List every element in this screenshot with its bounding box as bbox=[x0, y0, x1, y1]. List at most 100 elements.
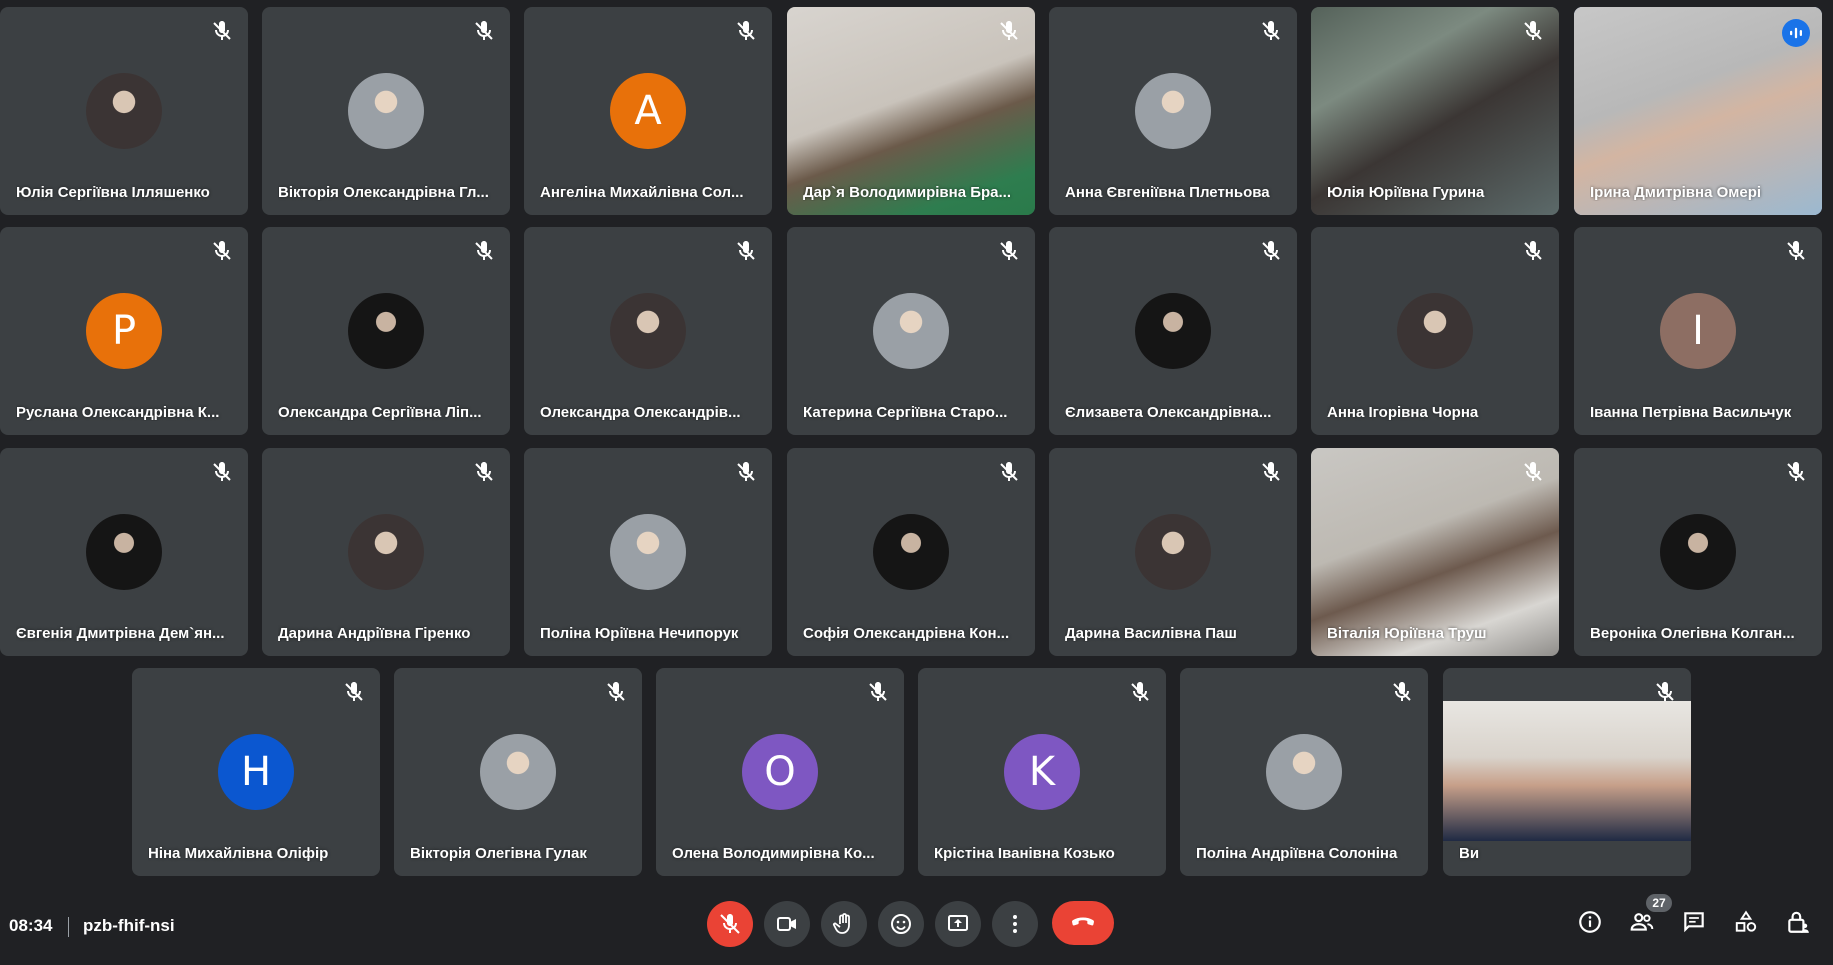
participant-avatar bbox=[348, 293, 424, 369]
participant-tile[interactable]: Юлія Юріївна Гурина bbox=[1311, 7, 1559, 215]
participant-name: Олександра Сергіївна Ліп... bbox=[278, 404, 482, 421]
participant-tile[interactable]: Вікторія Олегівна Гулак bbox=[394, 668, 642, 876]
participant-name: Вероніка Олегівна Колган... bbox=[1590, 625, 1795, 642]
participant-avatar bbox=[1135, 73, 1211, 149]
muted-mic-icon bbox=[472, 19, 496, 43]
meeting-code[interactable]: pzb-fhif-nsi bbox=[83, 916, 175, 936]
participant-avatar bbox=[873, 293, 949, 369]
participant-tile[interactable]: Олександра Сергіївна Ліп... bbox=[262, 227, 510, 435]
participant-tile[interactable]: Олександра Олександрів... bbox=[524, 227, 772, 435]
participant-name: Поліна Юріївна Нечипорук bbox=[540, 625, 739, 642]
muted-mic-icon bbox=[866, 680, 890, 704]
participant-tile[interactable]: Юлія Сергіївна Ілляшенко bbox=[0, 7, 248, 215]
participant-name: Дарина Василівна Паш bbox=[1065, 625, 1237, 642]
participant-name: Вікторія Олегівна Гулак bbox=[410, 845, 587, 862]
muted-mic-icon bbox=[1259, 19, 1283, 43]
participant-tile[interactable]: K Крістіна Іванівна Козько bbox=[918, 668, 1166, 876]
participant-tile[interactable]: Катерина Сергіївна Старо... bbox=[787, 227, 1035, 435]
muted-mic-icon bbox=[604, 680, 628, 704]
bottom-control-bar: 08:34 pzb-fhif-nsi 27 bbox=[0, 890, 1833, 965]
participant-tile[interactable]: Дарина Василівна Паш bbox=[1049, 448, 1297, 656]
participant-tile[interactable]: Вікторія Олександрівна Гл... bbox=[262, 7, 510, 215]
muted-mic-icon bbox=[210, 19, 234, 43]
participant-video bbox=[1443, 701, 1691, 841]
muted-mic-icon bbox=[734, 460, 758, 484]
info-icon bbox=[1577, 909, 1603, 940]
participant-tile[interactable]: O Олена Володимирівна Ко... bbox=[656, 668, 904, 876]
muted-mic-icon bbox=[472, 239, 496, 263]
participant-name: Крістіна Іванівна Козько bbox=[934, 845, 1115, 862]
participant-tile[interactable]: Поліна Юріївна Нечипорук bbox=[524, 448, 772, 656]
participant-tile[interactable]: P Руслана Олександрівна К... bbox=[0, 227, 248, 435]
meeting-details-button[interactable] bbox=[1573, 907, 1607, 941]
divider bbox=[68, 917, 69, 937]
participant-name: Дарина Андріївна Гіренко bbox=[278, 625, 471, 642]
activities-button[interactable] bbox=[1729, 907, 1763, 941]
emoji-icon bbox=[889, 912, 913, 936]
participant-avatar: H bbox=[218, 734, 294, 810]
participant-name: Іванна Петрівна Васильчук bbox=[1590, 404, 1792, 421]
participant-name: Вікторія Олександрівна Гл... bbox=[278, 184, 489, 201]
participant-avatar bbox=[86, 73, 162, 149]
participant-tile[interactable]: A Ангеліна Михайлівна Сол... bbox=[524, 7, 772, 215]
participant-tile[interactable]: Віталія Юріївна Труш bbox=[1311, 448, 1559, 656]
chat-icon bbox=[1681, 909, 1707, 940]
chat-button[interactable] bbox=[1677, 907, 1711, 941]
muted-mic-icon bbox=[210, 460, 234, 484]
muted-mic-icon bbox=[1653, 680, 1677, 704]
participant-count-badge: 27 bbox=[1646, 894, 1672, 912]
participant-tile[interactable]: Ірина Дмитрівна Омері bbox=[1574, 7, 1822, 215]
muted-mic-icon bbox=[997, 460, 1021, 484]
participant-tile[interactable]: Євгенія Дмитрівна Дем`ян... bbox=[0, 448, 248, 656]
participant-avatar: P bbox=[86, 293, 162, 369]
participant-tile[interactable]: Дарина Андріївна Гіренко bbox=[262, 448, 510, 656]
end-call-button[interactable] bbox=[1052, 901, 1114, 945]
mic-off-icon bbox=[718, 912, 742, 936]
participant-avatar: K bbox=[1004, 734, 1080, 810]
participant-avatar bbox=[610, 514, 686, 590]
people-button[interactable] bbox=[1625, 907, 1659, 941]
participant-tile[interactable]: Вероніка Олегівна Колган... bbox=[1574, 448, 1822, 656]
participant-tile[interactable]: Анна Ігорівна Чорна bbox=[1311, 227, 1559, 435]
participant-avatar bbox=[1660, 514, 1736, 590]
mic-toggle-button[interactable] bbox=[707, 901, 753, 947]
present-icon bbox=[946, 912, 970, 936]
participant-name: Дар`я Володимирівна Бра... bbox=[803, 184, 1011, 201]
participant-name: Юлія Юріївна Гурина bbox=[1327, 184, 1485, 201]
participant-avatar bbox=[86, 514, 162, 590]
muted-mic-icon bbox=[210, 239, 234, 263]
participant-name: Анна Євгеніївна Плетньова bbox=[1065, 184, 1270, 201]
participant-avatar bbox=[1266, 734, 1342, 810]
participant-tile[interactable]: Софія Олександрівна Кон... bbox=[787, 448, 1035, 656]
participant-tile[interactable]: Єлизавета Олександрівна... bbox=[1049, 227, 1297, 435]
participant-name: Ви bbox=[1459, 845, 1480, 862]
reactions-button[interactable] bbox=[878, 901, 924, 947]
participant-name: Софія Олександрівна Кон... bbox=[803, 625, 1010, 642]
camera-toggle-button[interactable] bbox=[764, 901, 810, 947]
raise-hand-button[interactable] bbox=[821, 901, 867, 947]
participant-name: Олена Володимирівна Ко... bbox=[672, 845, 875, 862]
speaking-icon bbox=[1782, 19, 1810, 47]
participant-name: Ірина Дмитрівна Омері bbox=[1590, 184, 1762, 201]
participant-avatar: O bbox=[742, 734, 818, 810]
muted-mic-icon bbox=[997, 19, 1021, 43]
participant-tile[interactable]: Ви bbox=[1443, 668, 1691, 876]
meeting-clock: 08:34 bbox=[9, 916, 53, 935]
host-controls-button[interactable] bbox=[1781, 907, 1815, 941]
participant-name: Руслана Олександрівна К... bbox=[16, 404, 220, 421]
participant-tile[interactable]: Поліна Андріївна Солоніна bbox=[1180, 668, 1428, 876]
muted-mic-icon bbox=[1259, 239, 1283, 263]
participant-tile[interactable]: Дар`я Володимирівна Бра... bbox=[787, 7, 1035, 215]
activities-icon bbox=[1733, 909, 1759, 940]
muted-mic-icon bbox=[1390, 680, 1414, 704]
more-options-button[interactable] bbox=[992, 901, 1038, 947]
participant-tile[interactable]: H Ніна Михайлівна Оліфір bbox=[132, 668, 380, 876]
muted-mic-icon bbox=[1784, 239, 1808, 263]
present-screen-button[interactable] bbox=[935, 901, 981, 947]
participant-tile[interactable]: I Іванна Петрівна Васильчук bbox=[1574, 227, 1822, 435]
participant-avatar bbox=[1397, 293, 1473, 369]
participant-tile[interactable]: Анна Євгеніївна Плетньова bbox=[1049, 7, 1297, 215]
participant-avatar bbox=[873, 514, 949, 590]
participant-avatar bbox=[480, 734, 556, 810]
participant-avatar bbox=[610, 293, 686, 369]
